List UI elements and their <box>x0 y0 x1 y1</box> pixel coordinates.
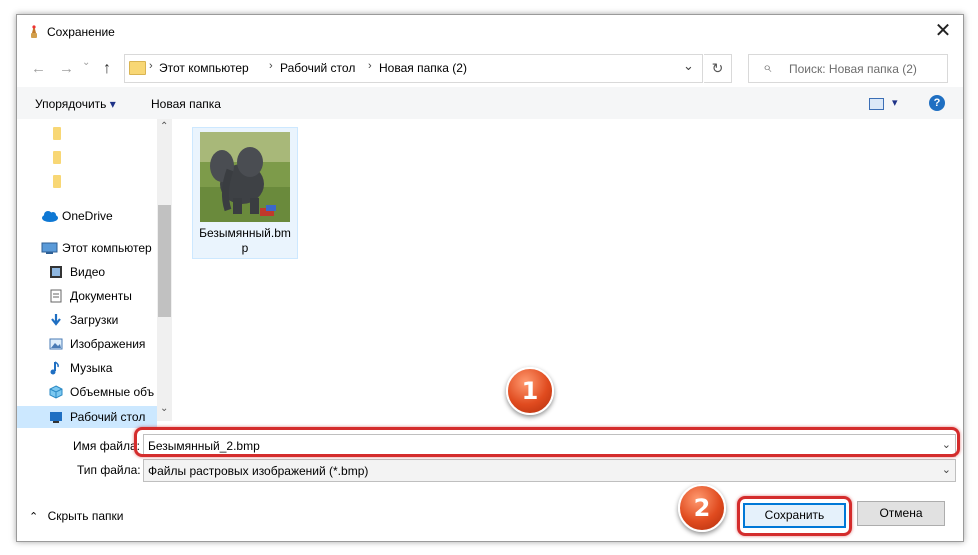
view-dropdown-arrow-icon[interactable]: ▾ <box>892 96 898 109</box>
up-arrow-icon[interactable]: ↑ <box>103 60 111 78</box>
filename-highlight-frame <box>134 427 960 457</box>
scroll-down-arrow-icon[interactable]: ⌄ <box>160 403 168 414</box>
search-input[interactable]: Поиск: Новая папка (2) <box>789 62 917 76</box>
organize-label: Упорядочить <box>35 97 107 111</box>
sidebar-item-documents[interactable]: Документы <box>49 286 171 306</box>
command-toolbar: Упорядочить ▾ Новая папка ▾ ? <box>17 87 963 119</box>
forward-arrow-icon[interactable]: → <box>59 60 74 77</box>
navigation-pane: OneDrive Этот компьютер Видео Документы … <box>17 119 172 428</box>
folder-icon <box>129 61 146 75</box>
back-arrow-icon[interactable]: ← <box>31 60 46 77</box>
folder-icon <box>53 151 61 164</box>
sidebar-item-label: Этот компьютер <box>62 241 152 255</box>
pictures-icon <box>49 338 63 350</box>
breadcrumb-new-folder[interactable]: Новая папка (2) <box>379 61 467 75</box>
address-bar[interactable]: › Этот компьютер › Рабочий стол › Новая … <box>124 54 703 83</box>
sidebar-item-label: Изображения <box>70 337 146 351</box>
close-icon: ✕ <box>934 20 952 42</box>
filetype-dropdown-chevron-icon: ⌄ <box>941 464 951 476</box>
filetype-label: Тип файла: <box>77 463 141 477</box>
file-item[interactable]: Безымянный.bmp <box>192 127 298 259</box>
scrollbar-thumb[interactable] <box>158 205 171 317</box>
dropdown-arrow-icon: ▾ <box>109 97 116 111</box>
sidebar-item-this-pc[interactable]: Этот компьютер <box>41 238 163 258</box>
title-bar: Сохранение ✕ <box>17 15 963 49</box>
address-dropdown-chevron-icon[interactable]: ⌄ <box>683 58 694 74</box>
breadcrumb-this-pc[interactable]: Этот компьютер <box>159 61 249 75</box>
save-highlight-frame <box>737 496 852 536</box>
chevron-up-icon: ⌃ <box>29 511 39 523</box>
help-icon[interactable]: ? <box>929 95 945 111</box>
view-options-icon[interactable] <box>869 98 884 110</box>
filetype-value: Файлы растровых изображений (*.bmp) <box>148 464 369 478</box>
music-icon <box>50 361 59 375</box>
window-title: Сохранение <box>47 25 115 39</box>
sidebar-item-label: Рабочий стол <box>70 410 146 424</box>
refresh-button[interactable]: ↻ <box>704 54 732 83</box>
3d-objects-icon <box>49 385 63 399</box>
folder-icon <box>53 175 61 188</box>
hide-folders-label: Скрыть папки <box>47 509 124 523</box>
sidebar-item-label: Загрузки <box>70 313 119 327</box>
hide-folders-button[interactable]: ⌃ Скрыть папки <box>29 509 123 523</box>
navigation-scrollbar[interactable]: ⌃ ⌄ <box>157 119 172 421</box>
breadcrumb-separator: › <box>149 60 153 72</box>
cancel-button[interactable]: Отмена <box>857 501 945 526</box>
sidebar-item-3d-objects[interactable]: Объемные объ <box>49 382 157 402</box>
step-1-badge: 1 <box>506 367 554 415</box>
elephant-thumbnail-image <box>200 132 290 222</box>
refresh-icon: ↻ <box>711 60 724 76</box>
save-dialog: Сохранение ✕ ← → ⌄ ↑ › Этот компьютер › … <box>16 14 964 542</box>
sidebar-item-pictures[interactable]: Изображения <box>49 334 171 354</box>
sidebar-item-downloads[interactable]: Загрузки <box>49 310 171 330</box>
step-2-badge: 2 <box>678 484 726 532</box>
sidebar-item-label: Видео <box>70 265 106 279</box>
search-icon: ⌕ <box>763 59 772 76</box>
scroll-up-arrow-icon[interactable]: ⌃ <box>160 121 168 132</box>
organize-menu-button[interactable]: Упорядочить ▾ <box>35 97 116 111</box>
recent-locations-chevron-icon[interactable]: ⌄ <box>82 57 90 68</box>
filename-label: Имя файла: <box>73 439 140 453</box>
downloads-icon <box>51 314 61 326</box>
sidebar-item-onedrive[interactable]: OneDrive <box>41 206 163 226</box>
sidebar-item-label: OneDrive <box>62 209 113 223</box>
close-button[interactable]: ✕ <box>931 20 955 44</box>
breadcrumb-separator: › <box>269 60 273 72</box>
search-box[interactable]: ⌕ Поиск: Новая папка (2) <box>748 54 948 83</box>
cloud-icon <box>42 211 58 222</box>
documents-icon <box>50 289 62 303</box>
navigation-bar: ← → ⌄ ↑ › Этот компьютер › Рабочий стол … <box>17 53 963 85</box>
paint-app-icon <box>31 25 37 38</box>
folder-icon <box>53 127 61 140</box>
sidebar-item-label: Документы <box>70 289 132 303</box>
sidebar-item-label: Объемные объ <box>70 385 155 399</box>
sidebar-item-desktop[interactable]: Рабочий стол <box>17 406 157 428</box>
breadcrumb-separator: › <box>368 60 372 72</box>
new-folder-button[interactable]: Новая папка <box>151 97 221 111</box>
file-name: Безымянный.bmp <box>199 226 291 255</box>
desktop-icon <box>50 412 62 423</box>
video-icon <box>50 266 62 278</box>
breadcrumb-desktop[interactable]: Рабочий стол <box>280 61 355 75</box>
sidebar-item-label: Музыка <box>70 361 113 375</box>
sidebar-item-video[interactable]: Видео <box>49 262 171 282</box>
sidebar-item-music[interactable]: Музыка <box>49 358 171 378</box>
file-list-area[interactable]: Безымянный.bmp <box>174 119 963 421</box>
computer-icon <box>41 242 58 254</box>
filetype-select[interactable]: Файлы растровых изображений (*.bmp) ⌄ <box>143 459 956 482</box>
